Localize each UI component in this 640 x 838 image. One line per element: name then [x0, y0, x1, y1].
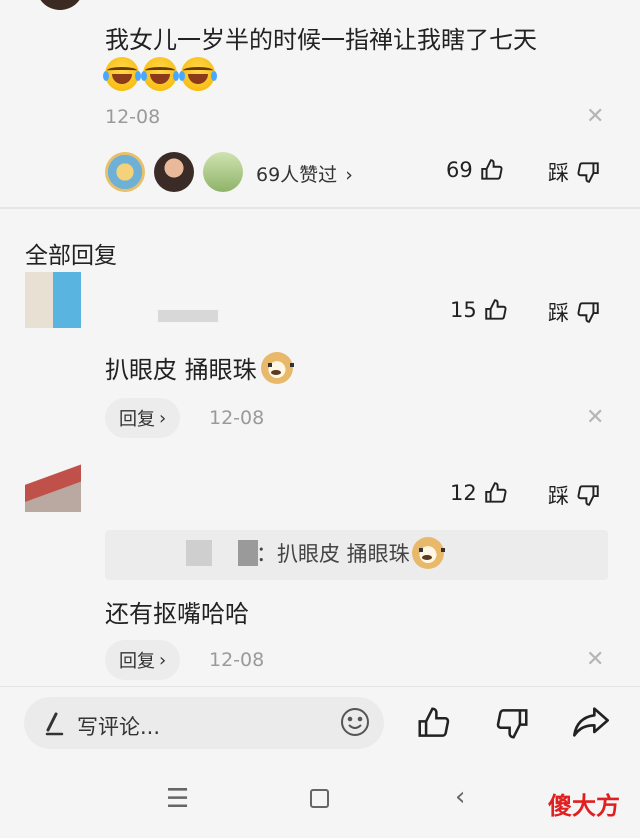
reply-date: 12-08: [209, 407, 265, 429]
watermark: 傻大方: [548, 792, 620, 820]
doge-emoji-icon: [411, 537, 445, 569]
comment-input-placeholder: 写评论...: [77, 715, 161, 739]
section-divider: [0, 207, 640, 209]
close-icon[interactable]: ✕: [586, 647, 604, 672]
reply-button-label: 回复: [119, 651, 155, 672]
liker-avatar[interactable]: [154, 152, 194, 192]
reply-button-label: 回复: [119, 409, 155, 430]
dislike-label: 踩: [548, 301, 569, 325]
pen-icon: [42, 710, 66, 740]
dislike-label: 踩: [548, 161, 569, 185]
top-dislike-button[interactable]: 踩: [548, 157, 601, 187]
top-comment-text: 我女儿一岁半的时候一指禅让我瞎了七天: [105, 26, 537, 54]
thumbs-up-icon: [485, 482, 507, 503]
laughing-crying-emoji-icon: [141, 57, 179, 91]
back-nav-icon[interactable]: ‹: [455, 782, 465, 812]
thumbs-up-icon: [485, 299, 507, 320]
quote-text: ：扒眼皮 捅眼珠: [256, 537, 445, 569]
quote-text-content: ：扒眼皮 捅眼珠: [256, 542, 410, 566]
likers-text: 69人赞过: [256, 164, 338, 186]
chevron-right-icon: ›: [159, 407, 167, 429]
reply-button[interactable]: 回复 ›: [105, 398, 181, 438]
close-icon[interactable]: ✕: [586, 104, 604, 129]
thumbs-down-icon: [577, 162, 599, 183]
reply-date: 12-08: [209, 649, 265, 671]
share-button[interactable]: [570, 702, 612, 746]
reply-dislike-button[interactable]: 踩: [548, 480, 601, 510]
reply-dislike-button[interactable]: 踩: [548, 297, 601, 327]
top-comment-date: 12-08: [105, 106, 161, 128]
thumbs-up-icon: [481, 159, 503, 180]
reply-avatar[interactable]: [25, 272, 81, 328]
top-like-button[interactable]: 69: [446, 157, 505, 183]
section-title: 全部回复: [25, 243, 117, 269]
liker-avatar[interactable]: [203, 152, 243, 192]
thumbs-down-icon: [577, 485, 599, 506]
laughing-crying-emoji-icon: [179, 57, 217, 91]
chevron-right-icon: ›: [345, 164, 353, 186]
like-count: 12: [450, 481, 477, 505]
thumbs-down-icon: [496, 709, 528, 739]
reply-like-button[interactable]: 12: [450, 480, 509, 506]
like-post-button[interactable]: [415, 704, 453, 746]
thumbs-up-icon: [418, 707, 450, 737]
reply-username-blurred: [158, 310, 218, 322]
reply-text-content: 扒眼皮 捅眼珠: [105, 356, 257, 384]
reply-text: 还有抠嘴哈哈: [105, 600, 249, 628]
share-arrow-icon: [573, 707, 609, 737]
laughing-crying-emoji-icon: [103, 57, 141, 91]
top-comment-emojis: [103, 57, 217, 91]
like-count: 69: [446, 158, 473, 182]
chevron-right-icon: ›: [159, 649, 167, 671]
home-nav-icon[interactable]: [310, 789, 329, 808]
close-icon[interactable]: ✕: [586, 405, 604, 430]
like-count: 15: [450, 298, 477, 322]
menu-nav-icon[interactable]: ☰: [166, 784, 189, 814]
quote-blurred-name: [238, 540, 258, 566]
reply-text: 扒眼皮 捅眼珠: [105, 350, 294, 385]
reply-like-button[interactable]: 15: [450, 297, 509, 323]
top-avatar[interactable]: [36, 0, 84, 10]
thumbs-down-icon: [577, 302, 599, 323]
doge-emoji-icon: [260, 351, 294, 384]
reply-avatar[interactable]: [25, 464, 81, 512]
quote-blurred-name: [186, 540, 212, 566]
liker-avatar[interactable]: [105, 152, 145, 192]
emoji-picker-icon[interactable]: [339, 706, 371, 742]
dislike-post-button[interactable]: [493, 704, 531, 746]
likers-link[interactable]: 69人赞过 ›: [256, 160, 353, 187]
reply-button[interactable]: 回复 ›: [105, 640, 181, 680]
dislike-label: 踩: [548, 484, 569, 508]
